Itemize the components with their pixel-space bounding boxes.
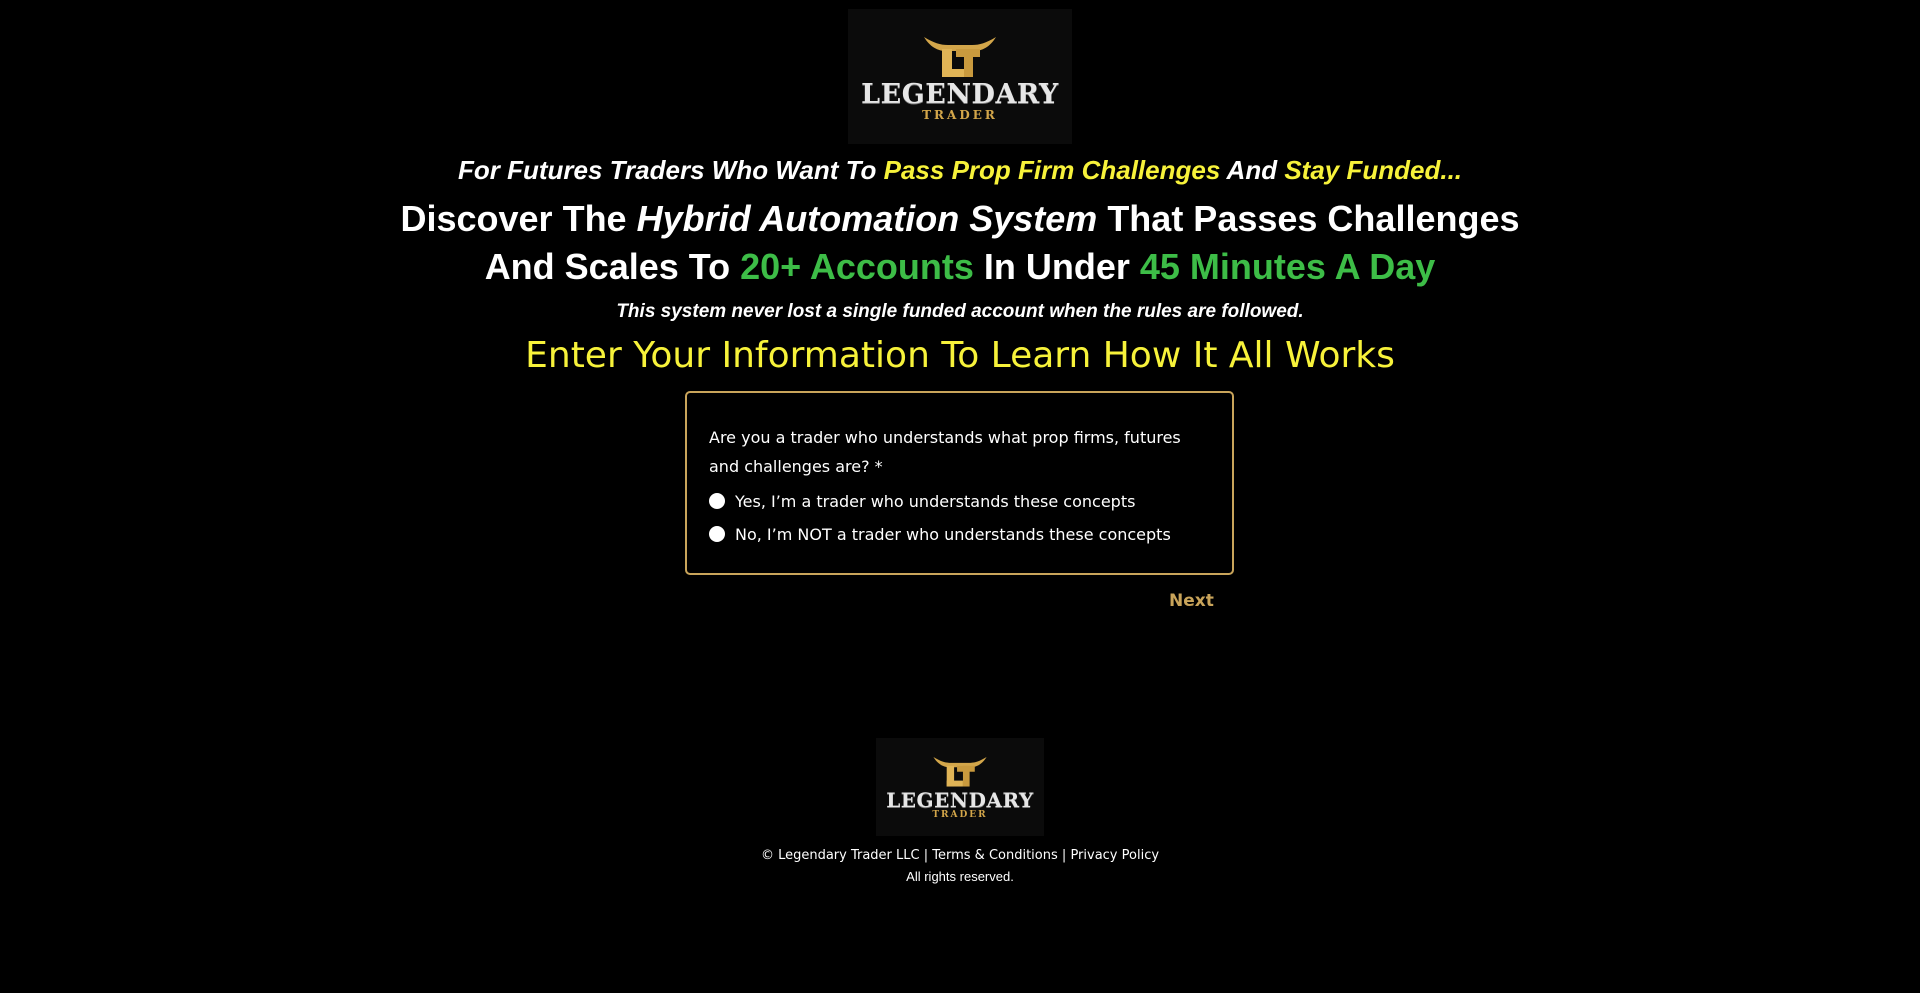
option-no-label: No, I’m NOT a trader who understands the… <box>735 524 1171 544</box>
headline-emphasis: Hybrid Automation System <box>636 198 1098 239</box>
survey-question: Are you a trader who understands what pr… <box>709 428 1181 476</box>
disclaimer: This system never lost a single funded a… <box>616 301 1304 322</box>
headline-line-2: And Scales To 20+ Accounts In Under 45 M… <box>0 246 1920 288</box>
option-yes[interactable]: Yes, I’m a trader who understands these … <box>709 491 1135 511</box>
next-button[interactable]: Next <box>1165 589 1218 613</box>
option-no[interactable]: No, I’m NOT a trader who understands the… <box>709 524 1171 544</box>
headline-minutes-highlight: 45 Minutes A Day <box>1139 246 1436 287</box>
terms-link[interactable]: Terms & Conditions <box>932 848 1058 863</box>
radio-no[interactable] <box>709 526 725 542</box>
header-logo: LEGENDARY TRADER <box>848 9 1072 144</box>
privacy-link[interactable]: Privacy Policy <box>1070 848 1159 863</box>
footer-logo: LEGENDARY TRADER <box>876 738 1044 836</box>
headline-text-end: That Passes Challenges <box>1097 198 1520 239</box>
radio-yes[interactable] <box>709 493 725 509</box>
pre-headline-highlight-challenges: Pass Prop Firm Challenges <box>883 155 1221 185</box>
headline-text-under: In Under <box>973 246 1140 287</box>
copyright-text: © Legendary Trader LLC <box>760 848 920 863</box>
logo-wordmark: LEGENDARY <box>886 788 1034 812</box>
headline-text: And Scales To <box>484 246 741 287</box>
headline-text: Discover The <box>400 198 637 239</box>
page: LEGENDARY TRADER For Futures Traders Who… <box>0 0 1920 993</box>
all-rights-reserved: All rights reserved. <box>906 869 1014 884</box>
pre-headline-text: For Futures Traders Who Want To <box>457 155 884 185</box>
pre-headline-text-and: And <box>1220 155 1285 185</box>
footer-separator: | <box>923 848 929 863</box>
logo-subtitle: TRADER <box>932 810 988 820</box>
survey-form: Are you a trader who understands what pr… <box>685 391 1234 575</box>
headline-line-1: Discover The Hybrid Automation System Th… <box>0 198 1920 240</box>
footer-separator: | <box>1061 848 1067 863</box>
lt-monogram-icon <box>924 37 996 77</box>
headline-accounts-highlight: 20+ Accounts <box>740 246 974 287</box>
logo-subtitle: TRADER <box>922 108 998 122</box>
lt-monogram-icon <box>933 756 987 787</box>
pre-headline-highlight-funded: Stay Funded... <box>1284 155 1463 185</box>
logo-wordmark: LEGENDARY <box>861 79 1059 110</box>
cta-heading: Enter Your Information To Learn How It A… <box>525 335 1395 376</box>
option-yes-label: Yes, I’m a trader who understands these … <box>735 491 1136 511</box>
footer-links: © Legendary Trader LLC | Terms & Conditi… <box>0 848 1920 863</box>
pre-headline: For Futures Traders Who Want To Pass Pro… <box>0 155 1920 186</box>
